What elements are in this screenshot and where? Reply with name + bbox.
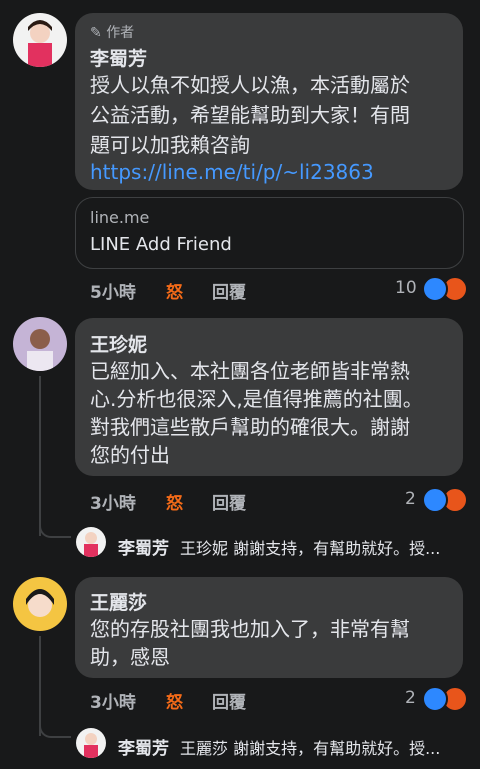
comment-time[interactable]: 3小時 [90,489,136,514]
like-reaction-icon [422,276,448,302]
like-reaction-icon [422,686,448,712]
comment-text-line: 心.分析也很深入,是值得推薦的社團。 [90,387,423,411]
author-badge: ✎ 作者 [90,25,135,41]
comment-link[interactable]: https://line.me/ti/p/~li23863 [90,157,374,187]
react-button[interactable]: 怒 [166,688,183,713]
comment-text-line: 公益活動，希望能幫助到大家！有問 [90,103,410,127]
reply-author[interactable]: 李蜀芳 [118,534,169,559]
avatar[interactable] [76,527,106,557]
reply-button[interactable]: 回覆 [212,489,246,514]
thread-branch [39,720,71,738]
pencil-icon: ✎ [90,25,102,41]
avatar[interactable] [13,13,67,67]
reply-snippet[interactable]: 王麗莎 謝謝支持，有幫助就好。授... [180,735,440,759]
comment-text-line: 您的付出 [90,443,170,467]
avatar[interactable] [76,728,106,758]
avatar[interactable] [13,317,67,371]
thread-branch [39,520,71,538]
reply-author[interactable]: 李蜀芳 [118,734,169,759]
comment-author[interactable]: 王珍妮 [90,330,147,357]
reaction-count[interactable]: 2 [405,688,416,708]
comment-author[interactable]: 李蜀芳 [90,44,147,71]
like-reaction-icon [422,487,448,513]
comment-text-line: 對我們這些散戶幫助的確很大。謝謝 [90,415,410,439]
reply-snippet[interactable]: 王珍妮 謝謝支持，有幫助就好。授... [180,535,440,559]
react-button[interactable]: 怒 [166,278,183,303]
link-preview-domain: line.me [90,208,150,227]
comment-time[interactable]: 5小時 [90,278,136,303]
link-preview-title: LINE Add Friend [90,234,232,255]
react-button[interactable]: 怒 [166,489,183,514]
comment-author[interactable]: 王麗莎 [90,588,147,615]
reply-button[interactable]: 回覆 [212,278,246,303]
comment-text-line: 題可以加我賴咨詢 [90,133,250,157]
comment-text-line: 已經加入、本社團各位老師皆非常熱 [90,359,410,383]
comment-text-line: 助，感恩 [90,645,170,669]
thread-line [39,376,41,536]
reply-button[interactable]: 回覆 [212,688,246,713]
reaction-count[interactable]: 2 [405,489,416,509]
comment-text-line: 您的存股社團我也加入了，非常有幫 [90,617,410,641]
comment-text-line: 授人以魚不如授人以漁，本活動屬於 [90,73,410,97]
comment-time[interactable]: 3小時 [90,688,136,713]
avatar[interactable] [13,577,67,631]
reaction-count[interactable]: 10 [395,278,417,298]
